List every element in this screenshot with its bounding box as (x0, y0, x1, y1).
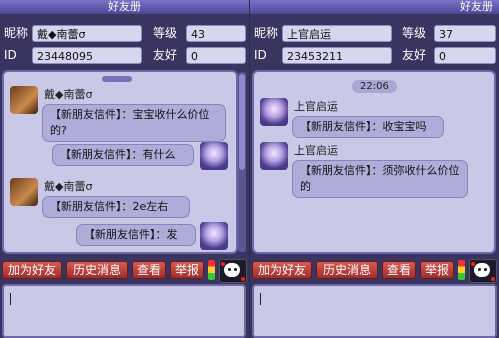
message-sender: 上官启运 (294, 100, 338, 113)
right-title-bar: 好友册 (250, 0, 499, 14)
right-friend-panel: 好友册 昵称 上官启运 等级 37 ID 23453211 友好 0 22:06… (250, 0, 499, 338)
female-avatar-icon[interactable] (200, 142, 228, 170)
message-bubble: 【新朋友信件】：发 (76, 224, 196, 246)
female-avatar-icon[interactable] (200, 222, 228, 250)
left-nickname-field: 戴◆南蕾σ (32, 25, 142, 42)
view-button[interactable]: 查看 (132, 261, 166, 279)
right-button-bar: 加为好友 历史消息 查看 举报 (250, 258, 499, 283)
left-button-bar: 加为好友 历史消息 查看 举报 (0, 258, 249, 283)
left-level-label: 等级 (153, 26, 178, 40)
message-bubble: 【新朋友信件】：有什么 (52, 144, 194, 166)
pet-icon[interactable] (219, 259, 247, 283)
left-title-bar: 好友册 (0, 0, 249, 14)
message-sender: 戴◆南蕾σ (44, 180, 93, 193)
text-caret (260, 293, 261, 305)
left-chat-tab (102, 76, 132, 82)
text-caret (10, 293, 11, 305)
timestamp: 22:06 (352, 80, 397, 93)
message-bubble: 【新朋友信件】：收宝宝吗 (292, 116, 444, 138)
pet-icon[interactable] (469, 259, 497, 283)
right-level-label: 等级 (402, 26, 427, 40)
report-button[interactable]: 举报 (420, 261, 454, 279)
right-message-input[interactable] (252, 284, 497, 338)
female-avatar-icon[interactable] (260, 142, 288, 170)
right-nickname-label: 昵称 (254, 26, 279, 40)
message-sender: 上官启运 (294, 144, 338, 157)
right-friendship-label: 友好 (402, 48, 427, 62)
female-avatar-icon[interactable] (260, 98, 288, 126)
left-scrollbar[interactable] (238, 72, 246, 252)
signal-meter-icon (458, 260, 465, 280)
right-id-label: ID (254, 48, 267, 62)
view-button[interactable]: 查看 (382, 261, 416, 279)
left-title: 好友册 (108, 0, 141, 13)
left-id-field: 23448095 (32, 47, 142, 64)
left-message-input[interactable] (2, 284, 246, 338)
history-button[interactable]: 历史消息 (316, 261, 378, 279)
left-id-label: ID (4, 48, 17, 62)
left-nickname-label: 昵称 (4, 26, 29, 40)
left-friend-panel: 好友册 昵称 戴◆南蕾σ 等级 43 ID 23448095 友好 0 戴◆南蕾… (0, 0, 249, 338)
report-button[interactable]: 举报 (170, 261, 204, 279)
male-avatar-icon[interactable] (10, 86, 38, 114)
right-chat-area: 22:06 上官启运 【新朋友信件】：收宝宝吗 上官启运 【新朋友信件】：须弥收… (252, 70, 496, 254)
history-button[interactable]: 历史消息 (66, 261, 128, 279)
right-id-field: 23453211 (282, 47, 392, 64)
left-chat-area: 戴◆南蕾σ 【新朋友信件】：宝宝收什么价位的? 【新朋友信件】：有什么 戴◆南蕾… (2, 70, 238, 254)
right-friendship-field: 0 (434, 47, 496, 64)
right-level-field: 37 (434, 25, 496, 42)
signal-meter-icon (208, 260, 215, 280)
right-nickname-field: 上官启运 (282, 25, 392, 42)
add-friend-button[interactable]: 加为好友 (252, 261, 312, 279)
left-scroll-thumb[interactable] (239, 74, 245, 170)
left-friendship-field: 0 (186, 47, 246, 64)
right-title: 好友册 (460, 0, 493, 13)
message-sender: 戴◆南蕾σ (44, 88, 93, 101)
add-friend-button[interactable]: 加为好友 (2, 261, 62, 279)
left-level-field: 43 (186, 25, 246, 42)
message-bubble: 【新朋友信件】：须弥收什么价位的 (292, 160, 468, 198)
left-friendship-label: 友好 (153, 48, 178, 62)
male-avatar-icon[interactable] (10, 178, 38, 206)
message-bubble: 【新朋友信件】：宝宝收什么价位的? (42, 104, 226, 142)
message-bubble: 【新朋友信件】：2e左右 (42, 196, 190, 218)
